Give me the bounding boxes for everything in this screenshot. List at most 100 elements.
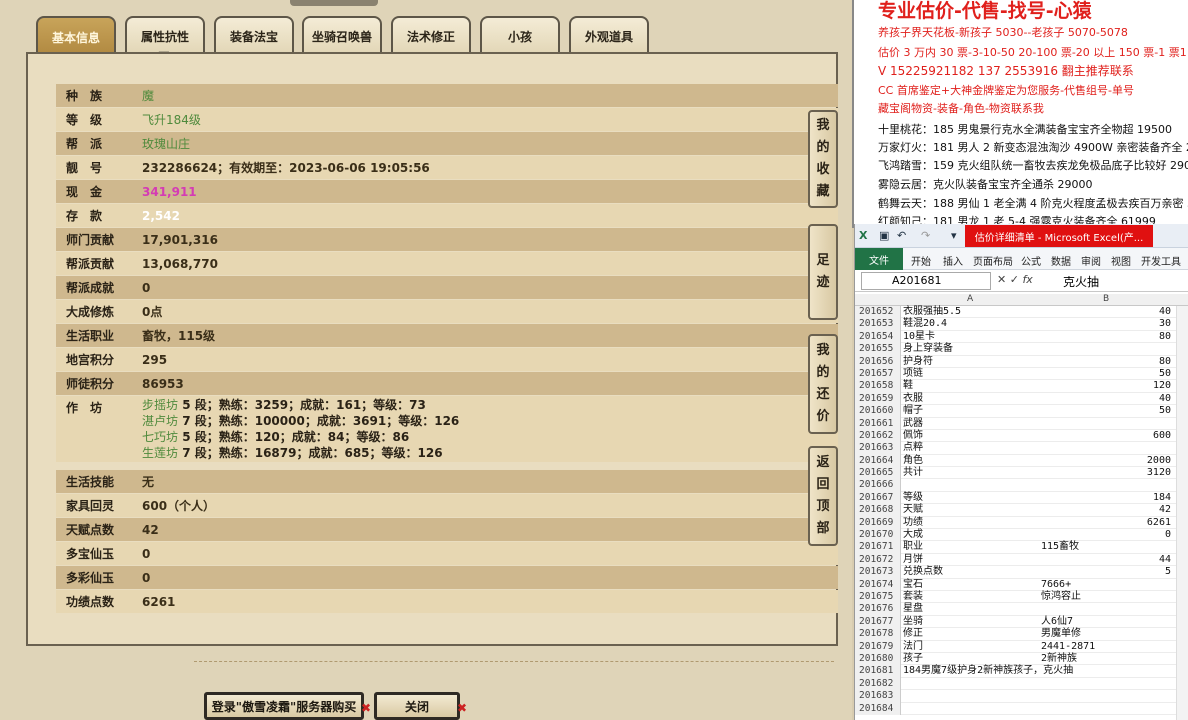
close-button[interactable]: 关闭 ✖ bbox=[374, 692, 467, 720]
row-number[interactable]: 201663 bbox=[855, 442, 901, 455]
cell-b[interactable]: 120 bbox=[1041, 380, 1171, 392]
tab-equipment[interactable]: 装备法宝 bbox=[214, 16, 294, 54]
cell-b[interactable]: 42 bbox=[1041, 504, 1171, 516]
cell-b[interactable]: 30 bbox=[1041, 318, 1171, 330]
column-header-b[interactable]: B bbox=[1103, 294, 1109, 304]
cell-a[interactable]: 衣服强抽5.5 bbox=[903, 306, 1041, 318]
cell-a[interactable]: 10星卡 bbox=[903, 331, 1041, 343]
row-number[interactable]: 201656 bbox=[855, 355, 901, 368]
row-number[interactable]: 201672 bbox=[855, 553, 901, 567]
row-number[interactable]: 201658 bbox=[855, 380, 901, 393]
menu-review[interactable]: 审阅 bbox=[1081, 253, 1101, 268]
footprints-button[interactable]: 足迹 bbox=[808, 224, 838, 320]
menu-developer[interactable]: 开发工具 bbox=[1141, 253, 1181, 268]
cell-b[interactable]: 7666+ bbox=[1041, 579, 1171, 591]
row-number[interactable]: 201654 bbox=[855, 330, 901, 344]
row-number[interactable]: 201666 bbox=[855, 479, 901, 492]
cell-a[interactable]: 套装 bbox=[903, 591, 1041, 603]
cell-a[interactable]: 点粹 bbox=[903, 442, 1041, 454]
cell-a[interactable]: 兑换点数 bbox=[903, 566, 1041, 578]
row-number[interactable]: 201677 bbox=[855, 615, 901, 629]
cell-b[interactable]: 3120 bbox=[1041, 467, 1171, 479]
cell-b[interactable]: 惊鸿容止 bbox=[1041, 591, 1171, 603]
cell-a[interactable]: 角色 bbox=[903, 455, 1041, 467]
menu-page-layout[interactable]: 页面布局 bbox=[973, 253, 1013, 268]
row-number[interactable]: 201671 bbox=[855, 541, 901, 554]
cell-b[interactable]: 40 bbox=[1041, 393, 1171, 405]
menu-formulas[interactable]: 公式 bbox=[1021, 253, 1041, 268]
row-number[interactable]: 201670 bbox=[855, 529, 901, 542]
row-number[interactable]: 201682 bbox=[855, 677, 901, 691]
cell-b[interactable]: 2000 bbox=[1041, 455, 1171, 467]
tab-children[interactable]: 小孩 bbox=[480, 16, 560, 54]
buy-on-server-button[interactable]: 登录"傲雪凌霜"服务器购买 ✖ bbox=[204, 692, 371, 720]
row-number[interactable]: 201684 bbox=[855, 702, 901, 715]
redo-icon[interactable]: ↷ bbox=[921, 229, 930, 242]
formula-input[interactable]: 克火抽 bbox=[1063, 273, 1099, 290]
my-offers-button[interactable]: 我的还价 bbox=[808, 334, 838, 434]
tab-mounts-summons[interactable]: 坐骑召唤兽 bbox=[302, 16, 382, 54]
row-number[interactable]: 201675 bbox=[855, 590, 901, 604]
row-number[interactable]: 201665 bbox=[855, 467, 901, 480]
row-number[interactable]: 201679 bbox=[855, 640, 901, 653]
cell-a[interactable]: 项链 bbox=[903, 368, 1041, 380]
row-number[interactable]: 201678 bbox=[855, 628, 901, 641]
menu-file[interactable]: 文件 bbox=[855, 248, 903, 270]
cell-b[interactable]: 184 bbox=[1041, 492, 1171, 504]
quick-access-dropdown-icon[interactable]: ▾ bbox=[951, 229, 957, 242]
back-to-top-button[interactable]: 返回顶部 bbox=[808, 446, 838, 546]
cell-a[interactable]: 鞋混20.4 bbox=[903, 318, 1041, 330]
save-icon[interactable]: ▣ bbox=[879, 229, 889, 242]
cell-a[interactable]: 月饼 bbox=[903, 554, 1041, 566]
row-number[interactable]: 201653 bbox=[855, 318, 901, 331]
cell-a[interactable]: 职业 bbox=[903, 541, 1041, 553]
cell-a[interactable]: 护身符 bbox=[903, 356, 1041, 368]
cell-a[interactable]: 星盘 bbox=[903, 603, 1041, 615]
row-number[interactable]: 201655 bbox=[855, 343, 901, 356]
menu-insert[interactable]: 插入 bbox=[943, 253, 963, 268]
cell-b[interactable]: 2新神族 bbox=[1041, 653, 1171, 665]
tab-attributes[interactable]: 属性抗性 bbox=[125, 16, 205, 54]
row-number[interactable]: 201674 bbox=[855, 578, 901, 591]
cell-a[interactable]: 佩饰 bbox=[903, 430, 1041, 442]
fx-icon[interactable]: ✕ ✓ fx bbox=[997, 273, 1033, 286]
cell-a[interactable]: 法门 bbox=[903, 641, 1041, 653]
cell-b[interactable]: 男魔单修 bbox=[1041, 628, 1171, 640]
row-number[interactable]: 201664 bbox=[855, 454, 901, 468]
column-header-a[interactable]: A bbox=[967, 294, 973, 304]
cell-a[interactable]: 修正 bbox=[903, 628, 1041, 640]
row-number[interactable]: 201660 bbox=[855, 405, 901, 418]
cell-b[interactable]: 50 bbox=[1041, 405, 1171, 417]
cell-b[interactable]: 5 bbox=[1041, 566, 1171, 578]
my-favorites-button[interactable]: 我的收藏 bbox=[808, 110, 838, 208]
cell-a[interactable]: 坐骑 bbox=[903, 616, 1041, 628]
tab-appearance-items[interactable]: 外观道具 bbox=[569, 16, 649, 54]
row-number[interactable]: 201659 bbox=[855, 392, 901, 406]
cell-a[interactable]: 天赋 bbox=[903, 504, 1041, 516]
row-number[interactable]: 201683 bbox=[855, 690, 901, 703]
cell-b[interactable]: 6261 bbox=[1041, 517, 1171, 529]
cell-a[interactable]: 共计 bbox=[903, 467, 1041, 479]
name-box[interactable]: A201681 bbox=[861, 272, 991, 290]
row-number[interactable]: 201669 bbox=[855, 516, 901, 530]
cell-b[interactable]: 人6仙7 bbox=[1041, 616, 1171, 628]
row-number[interactable]: 201667 bbox=[855, 491, 901, 505]
cell-b[interactable]: 600 bbox=[1041, 430, 1171, 442]
cell-b[interactable]: 2441-2871 bbox=[1041, 641, 1171, 653]
row-number[interactable]: 201680 bbox=[855, 652, 901, 666]
row-number[interactable]: 201657 bbox=[855, 367, 901, 381]
menu-view[interactable]: 视图 bbox=[1111, 253, 1131, 268]
cell-b[interactable]: 80 bbox=[1041, 356, 1171, 368]
cell-a[interactable]: 帽子 bbox=[903, 405, 1041, 417]
vertical-scrollbar[interactable] bbox=[1176, 306, 1188, 720]
cell-b[interactable]: 44 bbox=[1041, 554, 1171, 566]
cell-a[interactable]: 184男魔7级护身2新神族孩子，克火抽 bbox=[903, 665, 1073, 677]
cell-b[interactable]: 50 bbox=[1041, 368, 1171, 380]
cell-a[interactable]: 身上穿装备 bbox=[903, 343, 1041, 355]
undo-icon[interactable]: ↶ bbox=[897, 229, 906, 242]
row-number[interactable]: 201676 bbox=[855, 603, 901, 616]
cell-a[interactable]: 孩子 bbox=[903, 653, 1041, 665]
cell-b[interactable]: 40 bbox=[1041, 306, 1171, 318]
tab-basic-info[interactable]: 基本信息 bbox=[36, 16, 116, 56]
row-number[interactable]: 201652 bbox=[855, 306, 901, 319]
